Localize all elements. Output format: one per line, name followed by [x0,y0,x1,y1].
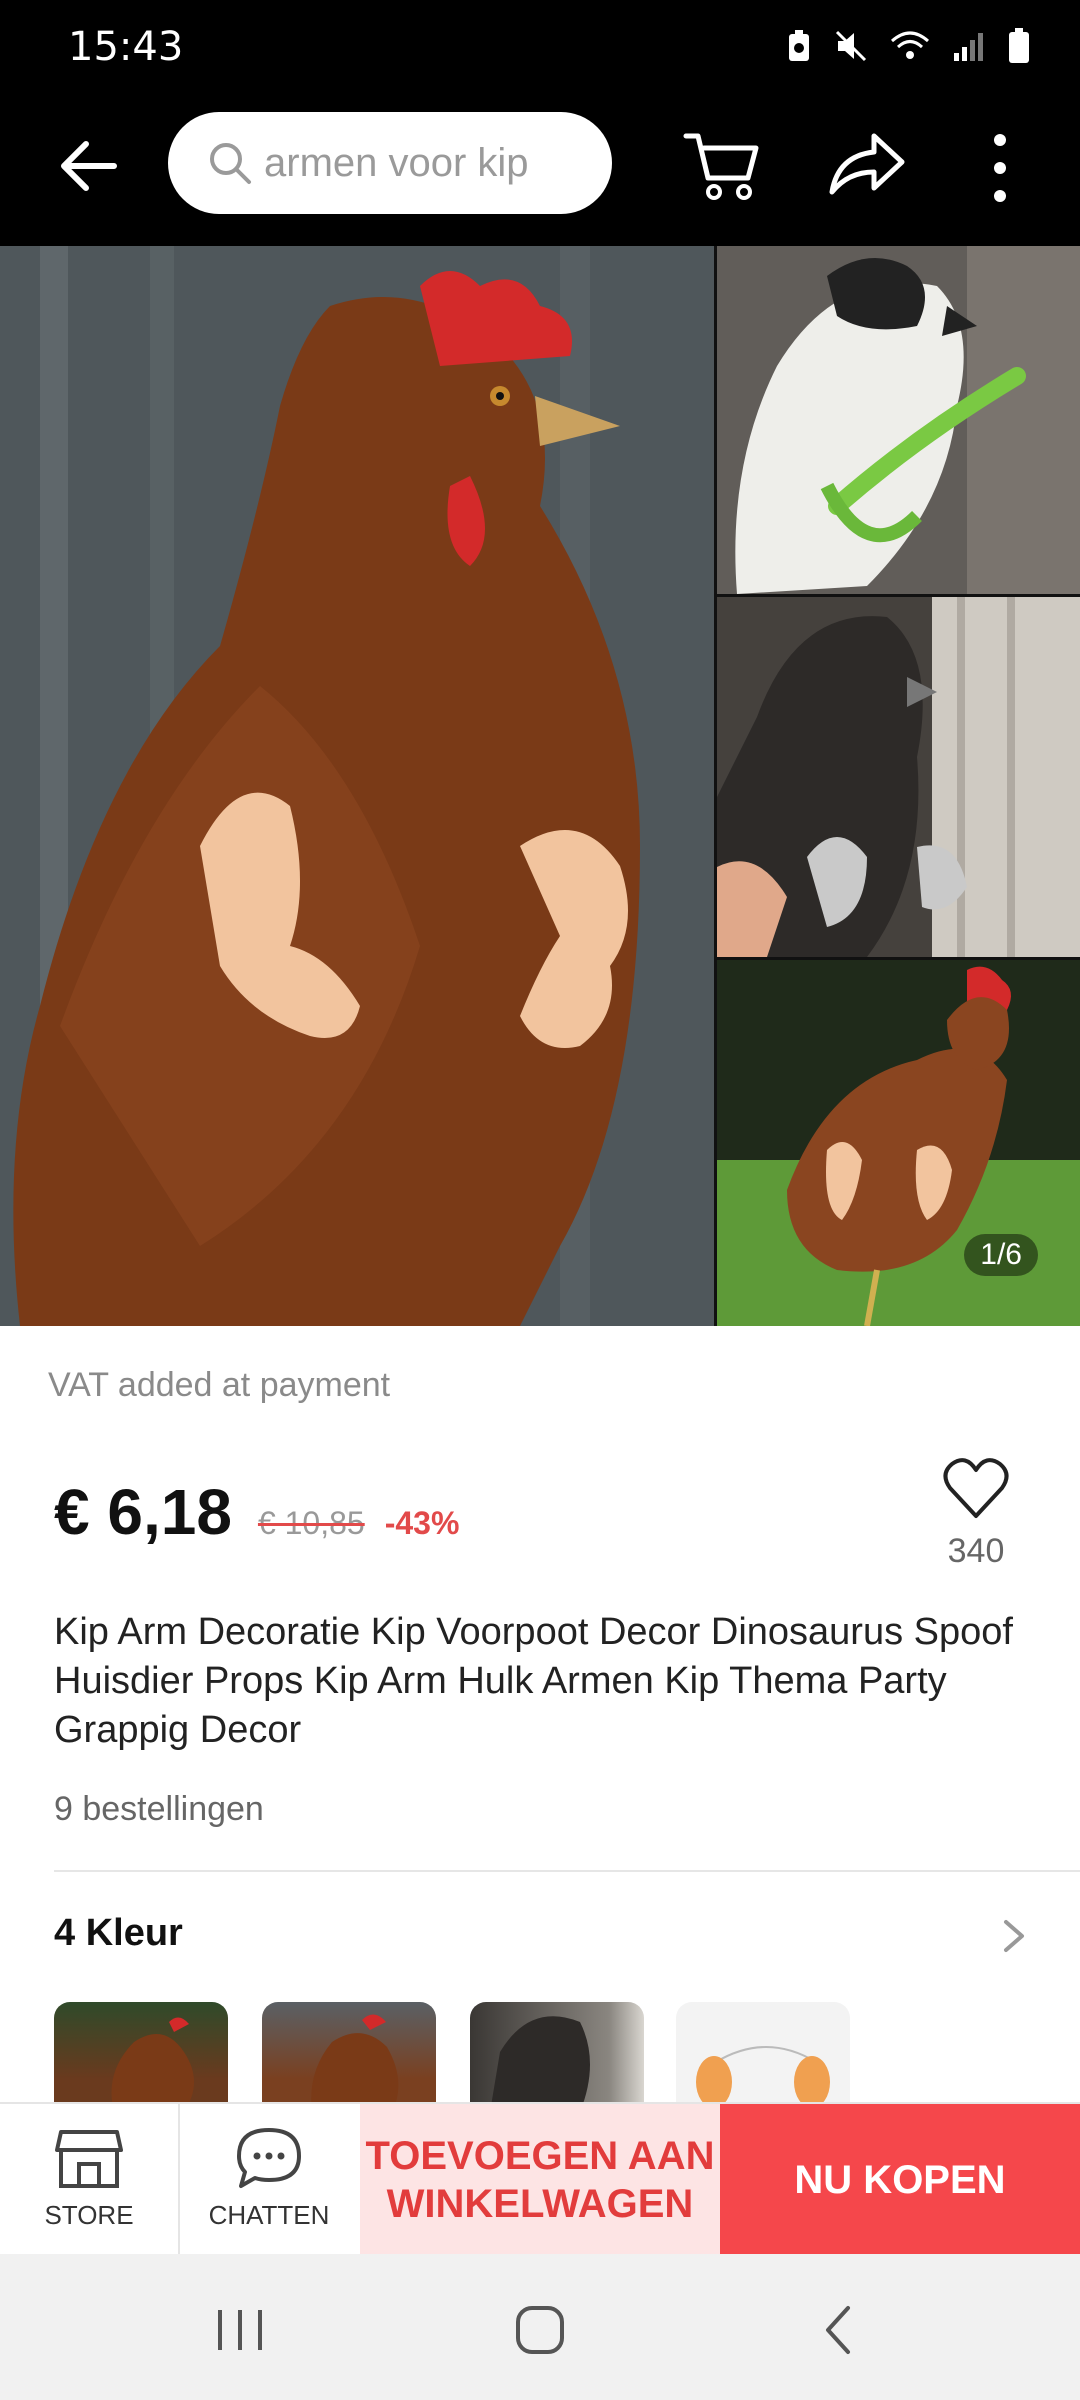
bottom-action-bar: STORE CHATTEN TOEVOEGEN AAN WINKELWAGEN … [0,2102,1080,2256]
mute-icon [835,30,867,62]
store-icon [55,2130,123,2188]
store-label: STORE [44,2200,134,2230]
variant-thumbnail-image [696,2046,830,2108]
original-price: € 10,85 [257,1505,365,1541]
add-to-cart-label: TOEVOEGEN AAN WINKELWAGEN [365,2134,715,2226]
status-time: 15:43 [68,24,184,70]
search-placeholder: armen voor kip [264,140,529,185]
recent-apps-icon[interactable] [210,2302,270,2358]
chevron-right-icon[interactable] [996,1916,1032,1956]
wishlist-count: 340 [947,1532,1005,1570]
white-chicken-image [717,246,1080,594]
chat-button[interactable]: CHATTEN [180,2104,358,2256]
signal-icon [954,33,983,61]
variant-thumbnail-image [490,2016,590,2112]
discount-badge: -43% [384,1505,460,1541]
chicken-with-arms-image [0,246,714,1326]
chat-icon [237,2128,301,2188]
gallery-thumbnail-1[interactable] [717,246,1080,594]
search-bar[interactable]: armen voor kip [168,112,612,214]
variant-swatch-2[interactable] [262,2002,436,2112]
home-icon[interactable] [510,2302,570,2358]
search-icon [210,143,251,184]
wifi-icon [891,31,929,59]
cart-icon[interactable] [682,122,766,206]
price-row: € 6,18 € 10,85 -43% [54,1475,459,1549]
order-count: 9 bestellingen [54,1790,264,1828]
product-gallery[interactable]: 1/6 [0,246,1080,1326]
share-icon[interactable] [824,122,908,206]
status-bar: 15:43 [0,0,1080,100]
main-product-image[interactable] [0,246,714,1326]
variant-swatch-1[interactable] [54,2002,228,2112]
buy-now-button[interactable]: NU KOPEN [720,2104,1080,2256]
system-back-icon[interactable] [810,2302,870,2358]
wishlist-heart-icon[interactable] [940,1452,1012,1524]
section-divider [54,1870,1080,1872]
top-bar: armen voor kip [0,100,1080,246]
gallery-thumbnail-3[interactable]: 1/6 [717,960,1080,1326]
buy-now-label: NU KOPEN [794,2157,1006,2202]
back-arrow-icon[interactable] [52,130,124,202]
gallery-thumbnail-2[interactable] [717,597,1080,957]
product-title: Kip Arm Decoratie Kip Voorpoot Decor Din… [54,1611,1013,1751]
more-vertical-icon[interactable] [980,128,1020,208]
variant-heading[interactable]: 4 Kleur [54,1912,183,1955]
current-price: € 6,18 [54,1476,232,1548]
variant-swatch-4[interactable] [676,2002,850,2112]
vat-note: VAT added at payment [48,1366,391,1404]
add-to-cart-button[interactable]: TOEVOEGEN AAN WINKELWAGEN [360,2104,720,2256]
store-button[interactable]: STORE [0,2104,180,2256]
black-chicken-image [717,597,1080,957]
image-counter: 1/6 [964,1234,1038,1276]
system-navigation-bar [0,2254,1080,2400]
variant-swatch-3[interactable] [470,2002,644,2112]
battery-saver-icon [789,30,809,61]
battery-icon [1009,28,1029,63]
status-icons [786,28,1030,64]
variant-thumbnail-image [111,2017,194,2112]
variant-thumbnail-image [311,2014,399,2112]
chat-label: CHATTEN [208,2200,330,2230]
